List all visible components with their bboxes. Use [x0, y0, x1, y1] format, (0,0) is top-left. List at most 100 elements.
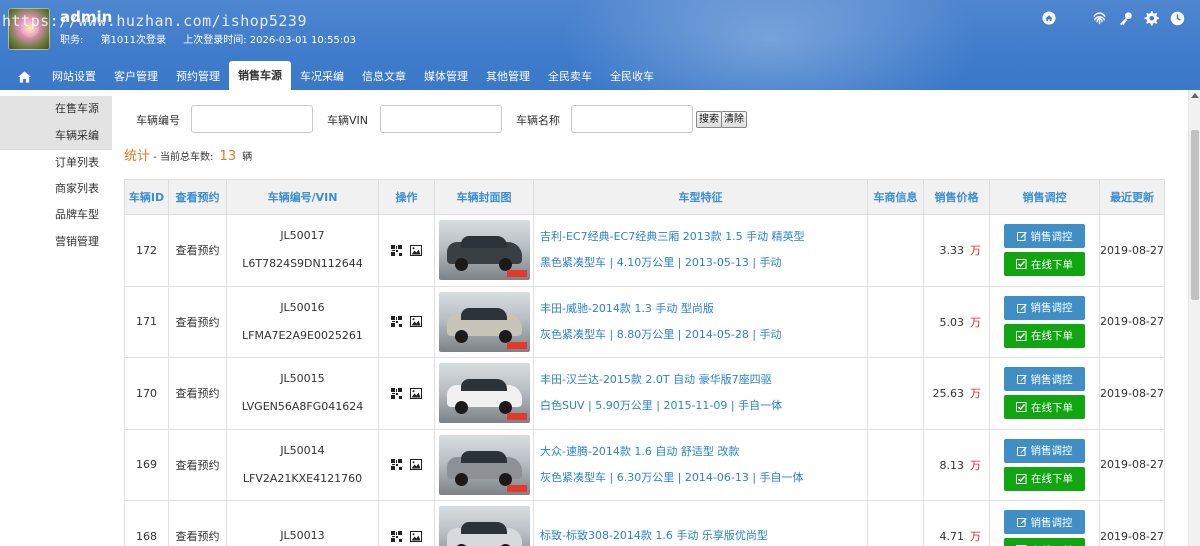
image-icon[interactable]: [410, 459, 422, 471]
stats-title: 统计: [124, 149, 151, 164]
sidebar-item-marketing[interactable]: 营销管理: [0, 229, 112, 256]
nav-item-other[interactable]: 其他管理: [477, 63, 539, 90]
view-reservation-link[interactable]: 查看预约: [168, 214, 227, 287]
car-spec-link[interactable]: 灰色紧凑型车 | 8.80万公里 | 2014-05-28 | 手动: [540, 322, 867, 348]
car-name-input[interactable]: [571, 105, 693, 133]
sales-control-button[interactable]: 销售调控: [1004, 367, 1085, 392]
car-cover-image[interactable]: [438, 506, 530, 546]
image-icon[interactable]: [410, 244, 422, 256]
table-row: 170 查看预约 JL50015 LVGEN56A8FG041624 丰田-汉兰…: [124, 357, 1165, 430]
sidebar-item-on-sale[interactable]: 在售车源: [0, 96, 112, 123]
clear-button[interactable]: 清除: [721, 111, 747, 128]
stats-label: - 当前总车数:: [153, 152, 214, 163]
image-icon[interactable]: [410, 316, 422, 328]
price-unit: 万: [970, 458, 981, 472]
nav-item-customers[interactable]: 客户管理: [105, 63, 167, 90]
control-cell: 销售调控 在线下单: [989, 428, 1100, 501]
nav-item-site-settings[interactable]: 网站设置: [43, 63, 105, 90]
sidebar-item-dealers[interactable]: 商家列表: [0, 176, 112, 203]
view-reservation-link[interactable]: 查看预约: [168, 500, 227, 546]
qrcode-icon[interactable]: [391, 459, 402, 471]
updated-date: 2019-08-27: [1099, 428, 1165, 501]
sales-control-button[interactable]: 销售调控: [1004, 510, 1085, 535]
control-cell: 销售调控 在线下单: [989, 285, 1100, 358]
col-header-feature: 车型特征: [533, 179, 868, 215]
image-icon[interactable]: [410, 387, 422, 399]
sidebar-item-brands[interactable]: 品牌车型: [0, 202, 112, 229]
car-cover-image[interactable]: [438, 220, 530, 281]
nav-item-reservations[interactable]: 预约管理: [167, 63, 229, 90]
online-order-button[interactable]: 在线下单: [1004, 395, 1085, 420]
online-order-button[interactable]: 在线下单: [1004, 323, 1085, 348]
car-cover-image[interactable]: [438, 434, 530, 495]
clock-icon[interactable]: [1168, 9, 1186, 27]
view-reservation-link[interactable]: 查看预约: [168, 357, 227, 430]
sidebar-item-car-editing[interactable]: 车辆采编: [0, 122, 112, 149]
online-order-button[interactable]: 在线下单: [1004, 252, 1085, 277]
main-content: 车辆编号 车辆VIN 车辆名称 搜索 清除 统计 - 当前总车数: 13 辆 车…: [112, 90, 1188, 546]
sidebar-item-orders[interactable]: 订单列表: [0, 149, 112, 176]
car-cover-image[interactable]: [438, 291, 530, 352]
car-tag-shape: [506, 270, 527, 278]
dealer-cell: [867, 285, 924, 358]
stats-line: 统计 - 当前总车数: 13 辆: [124, 145, 252, 164]
car-id: 168: [124, 500, 169, 546]
view-reservation-link[interactable]: 查看预约: [168, 428, 227, 501]
car-vin: L6T7824S9DN112644: [242, 257, 363, 271]
sidebar: 在售车源 车辆采编 订单列表 商家列表 品牌车型 营销管理: [0, 90, 112, 546]
qrcode-icon[interactable]: [391, 316, 402, 328]
key-icon[interactable]: [1116, 9, 1134, 27]
car-window-shape: [460, 522, 507, 535]
sales-control-label: 销售调控: [1030, 516, 1073, 529]
car-model-link[interactable]: 大众-速腾-2014款 1.6 自动 舒适型 改款: [540, 439, 867, 465]
scroll-up-arrow[interactable]: [1191, 93, 1199, 98]
search-button[interactable]: 搜索: [696, 111, 722, 128]
price-cell: 4.71 万: [923, 500, 990, 546]
price-cell: 5.03 万: [923, 285, 990, 358]
col-header-updated[interactable]: 最近更新: [1099, 179, 1165, 215]
col-header-price[interactable]: 销售价格: [923, 179, 990, 215]
car-spec-link[interactable]: 白色SUV | 5.90万公里 | 2015-11-09 | 手自一体: [540, 393, 867, 419]
car-cover-image[interactable]: [438, 363, 530, 424]
nav-item-media[interactable]: 媒体管理: [415, 63, 477, 90]
qrcode-icon[interactable]: [391, 530, 402, 542]
nav-item-car-editing[interactable]: 车况采编: [291, 63, 353, 90]
dealer-cell: [867, 357, 924, 430]
car-vin-input[interactable]: [380, 105, 502, 133]
scrollbar[interactable]: [1188, 90, 1200, 546]
table-header-row: 车辆ID 查看预约 车辆编号/VIN 操作 车辆封面图 车型特征 车商信息 销售…: [124, 179, 1165, 215]
scrollbar-thumb[interactable]: [1191, 130, 1199, 300]
nav-item-articles[interactable]: 信息文章: [353, 63, 415, 90]
gear-icon[interactable]: [1142, 9, 1160, 27]
view-reservation-link[interactable]: 查看预约: [168, 285, 227, 358]
sales-control-label: 销售调控: [1030, 373, 1073, 386]
nav-item-buy-car[interactable]: 全民收车: [601, 63, 663, 90]
online-order-label: 在线下单: [1031, 401, 1073, 414]
car-model-link[interactable]: 吉利-EC7经典-EC7经典三厢 2013款 1.5 手动 精英型: [540, 224, 867, 250]
nav-home[interactable]: [0, 63, 43, 90]
sales-control-button[interactable]: 销售调控: [1004, 295, 1085, 320]
control-cell: 销售调控 在线下单: [989, 214, 1100, 287]
col-header-id[interactable]: 车辆ID: [124, 179, 169, 215]
sales-control-button[interactable]: 销售调控: [1004, 438, 1085, 463]
table-row: 172 查看预约 JL50017 L6T7824S9DN112644 吉利-EC…: [124, 214, 1165, 287]
car-name-label: 车辆名称: [516, 114, 560, 127]
car-model-link[interactable]: 丰田-威驰-2014款 1.3 手动 型尚版: [540, 296, 867, 322]
updated-date: 2019-08-27: [1099, 500, 1165, 546]
home-icon[interactable]: [1040, 9, 1058, 27]
car-spec-link[interactable]: 灰色紧凑型车 | 6.30万公里 | 2014-06-13 | 手自一体: [540, 465, 867, 491]
online-order-button[interactable]: 在线下单: [1004, 538, 1085, 546]
sales-control-button[interactable]: 销售调控: [1004, 224, 1085, 249]
fingerprint-icon[interactable]: [1090, 9, 1108, 27]
car-model-link[interactable]: 丰田-汉兰达-2015款 2.0T 自动 豪华版7座四驱: [540, 367, 867, 393]
car-model-link[interactable]: 标致-标致308-2014款 1.6 手动 乐享版优尚型: [540, 523, 867, 546]
car-code-cell: JL50014 LFV2A21KXE4121760: [226, 428, 379, 501]
nav-item-sell-car[interactable]: 全民卖车: [539, 63, 601, 90]
nav-item-sales-cars[interactable]: 销售车源: [229, 61, 291, 90]
qrcode-icon[interactable]: [391, 244, 402, 256]
car-spec-link[interactable]: 黑色紧凑型车 | 4.10万公里 | 2013-05-13 | 手动: [540, 250, 867, 276]
qrcode-icon[interactable]: [391, 387, 402, 399]
online-order-button[interactable]: 在线下单: [1004, 466, 1085, 491]
image-icon[interactable]: [410, 530, 422, 542]
car-id-input[interactable]: [191, 105, 313, 133]
